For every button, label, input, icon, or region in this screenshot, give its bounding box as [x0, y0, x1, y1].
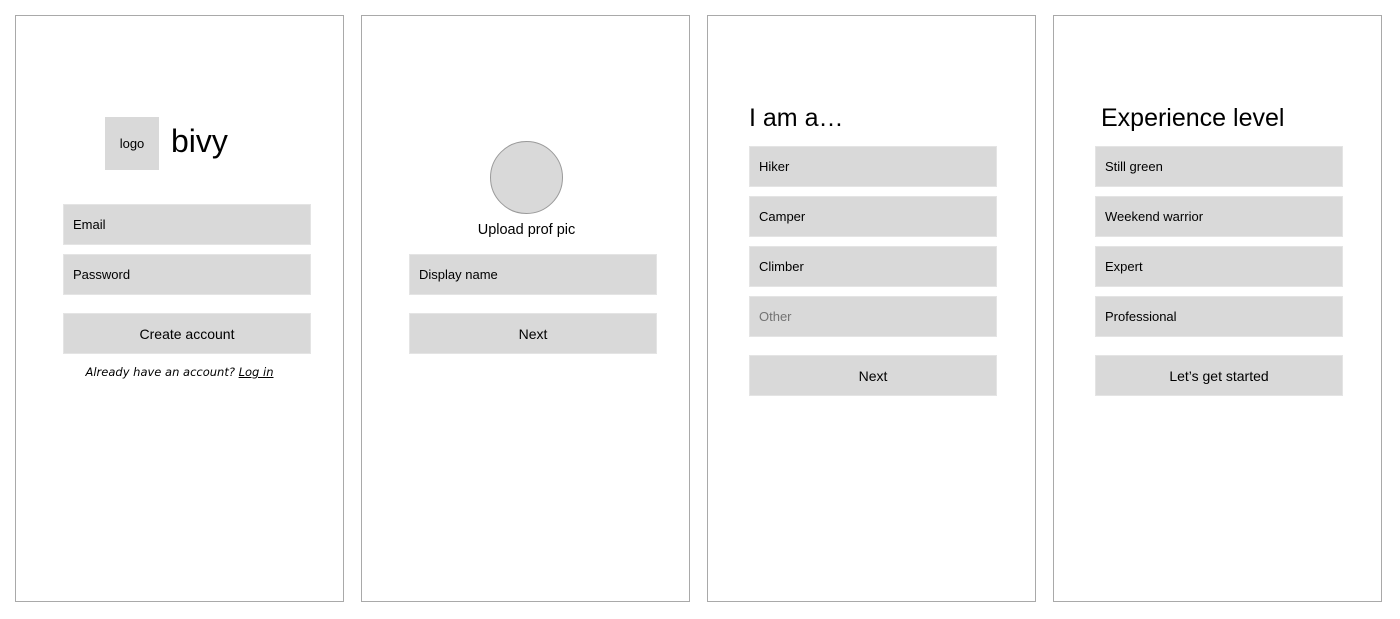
create-account-label: Create account	[139, 325, 235, 342]
display-name-field[interactable]: Display name	[409, 254, 657, 295]
password-placeholder: Password	[73, 267, 131, 282]
app-name: bivy	[171, 123, 228, 159]
password-field[interactable]: Password	[63, 254, 311, 295]
login-prompt-text: Already have an account?	[85, 365, 235, 379]
option-label: Still green	[1105, 159, 1163, 174]
next-label: Next	[858, 367, 888, 384]
next-button[interactable]: Next	[409, 313, 657, 354]
upload-label: Upload prof pic	[477, 222, 576, 238]
option-label: Camper	[759, 209, 806, 224]
login-prompt: Already have an account? Log in	[16, 365, 343, 379]
option-climber[interactable]: Climber	[749, 246, 997, 287]
option-label: Professional	[1105, 309, 1177, 324]
other-field[interactable]: Other	[749, 296, 997, 337]
option-label: Expert	[1105, 259, 1143, 274]
get-started-button[interactable]: Let’s get started	[1095, 355, 1343, 396]
option-camper[interactable]: Camper	[749, 196, 997, 237]
role-screen: I am a… Hiker Camper Climber Other Next	[707, 15, 1036, 602]
create-account-button[interactable]: Create account	[63, 313, 311, 354]
profile-screen: Upload prof pic Display name Next	[361, 15, 690, 602]
next-button[interactable]: Next	[749, 355, 997, 396]
option-label: Climber	[759, 259, 804, 274]
other-placeholder: Other	[759, 309, 792, 324]
option-still-green[interactable]: Still green	[1095, 146, 1343, 187]
profile-picture-upload[interactable]	[490, 141, 563, 214]
experience-screen: Experience level Still green Weekend war…	[1053, 15, 1382, 602]
option-label: Hiker	[759, 159, 790, 174]
logo-placeholder: logo	[105, 117, 159, 170]
option-label: Weekend warrior	[1105, 209, 1204, 224]
display-name-placeholder: Display name	[419, 267, 498, 282]
option-hiker[interactable]: Hiker	[749, 146, 997, 187]
logo-label: logo	[119, 136, 145, 151]
email-field[interactable]: Email	[63, 204, 311, 245]
option-professional[interactable]: Professional	[1095, 296, 1343, 337]
email-placeholder: Email	[73, 217, 106, 232]
option-expert[interactable]: Expert	[1095, 246, 1343, 287]
login-link[interactable]: Log in	[239, 365, 274, 379]
page-title: I am a…	[749, 104, 844, 132]
option-weekend-warrior[interactable]: Weekend warrior	[1095, 196, 1343, 237]
signup-screen: logo bivy Email Password Create account …	[15, 15, 344, 602]
get-started-label: Let’s get started	[1169, 367, 1269, 384]
next-label: Next	[518, 325, 548, 342]
page-title: Experience level	[1101, 104, 1285, 132]
